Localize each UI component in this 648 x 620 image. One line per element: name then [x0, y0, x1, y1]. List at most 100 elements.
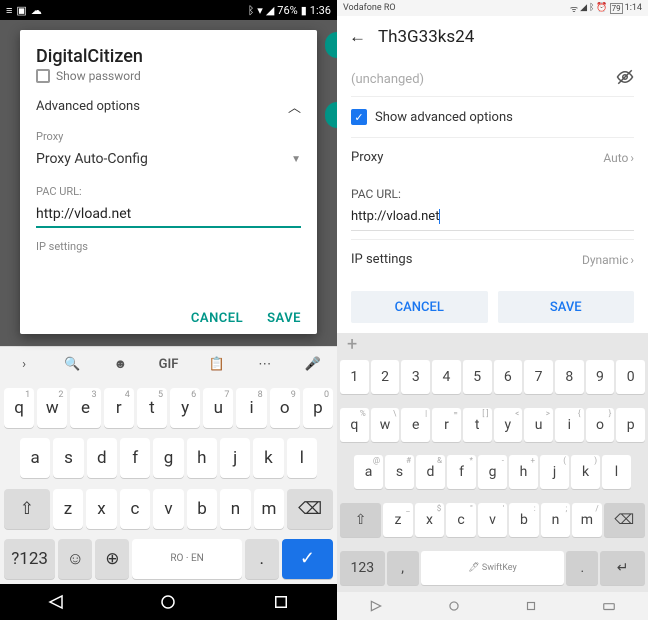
key-f[interactable]: f*: [447, 455, 476, 489]
key-x[interactable]: x: [86, 489, 117, 529]
key-y[interactable]: y<: [494, 408, 523, 442]
key-m[interactable]: m/: [572, 503, 601, 537]
key-c[interactable]: c": [446, 503, 475, 537]
key-6[interactable]: 6: [494, 360, 523, 394]
eye-off-icon[interactable]: [616, 68, 634, 90]
key-n[interactable]: n;: [541, 503, 570, 537]
sticker-icon[interactable]: ☻: [96, 356, 144, 372]
key-⌫[interactable]: ⌫: [604, 503, 645, 537]
key-.[interactable]: .: [566, 551, 598, 585]
more-icon[interactable]: ⋯: [241, 357, 289, 372]
key-e[interactable]: e3: [70, 388, 100, 428]
search-icon[interactable]: 🔍: [48, 357, 96, 372]
chevron-right-icon[interactable]: ›: [0, 357, 48, 372]
cancel-button[interactable]: CANCEL: [351, 291, 488, 323]
nav-recent-icon[interactable]: [524, 599, 538, 613]
key-t[interactable]: t[ ]: [463, 408, 492, 442]
key-j[interactable]: j(: [540, 455, 569, 489]
pac-url-input[interactable]: [36, 202, 301, 228]
key-0[interactable]: 0: [616, 360, 645, 394]
key-w[interactable]: w\: [371, 408, 400, 442]
checkbox-checked-icon[interactable]: ✓: [351, 109, 367, 125]
key-d[interactable]: d: [87, 438, 117, 478]
key-↵[interactable]: ↵: [600, 551, 645, 585]
key-?123[interactable]: ?123: [4, 539, 55, 579]
key-o[interactable]: o}: [586, 408, 615, 442]
key-n[interactable]: n: [220, 489, 251, 529]
cancel-button[interactable]: CANCEL: [191, 311, 243, 326]
key-⌫[interactable]: ⌫: [287, 489, 333, 529]
mic-icon[interactable]: 🎤: [289, 357, 337, 372]
key-5[interactable]: 5: [463, 360, 492, 394]
key-v[interactable]: v': [478, 503, 507, 537]
kb-expand-icon[interactable]: +: [337, 333, 648, 355]
key-m[interactable]: m: [254, 489, 285, 529]
key-⊕[interactable]: ⊕: [95, 539, 129, 579]
key-space[interactable]: RO · EN: [132, 539, 241, 579]
password-row[interactable]: (unchanged): [351, 62, 634, 97]
key-⇧[interactable]: ⇧: [340, 503, 381, 537]
key-4[interactable]: 4: [432, 360, 461, 394]
key-d[interactable]: d&: [416, 455, 445, 489]
key-enter[interactable]: ✓: [282, 539, 333, 579]
proxy-select[interactable]: Proxy Auto-Config ▼: [36, 151, 301, 167]
pac-url-input[interactable]: http://vload.net: [351, 209, 440, 224]
back-icon[interactable]: ←: [349, 27, 366, 47]
key-j[interactable]: j: [220, 438, 250, 478]
key-7[interactable]: 7: [524, 360, 553, 394]
key-t[interactable]: t5: [137, 388, 167, 428]
key-i[interactable]: i{: [555, 408, 584, 442]
key-3[interactable]: 3: [401, 360, 430, 394]
key-.[interactable]: .: [245, 539, 279, 579]
key-h[interactable]: h+: [509, 455, 538, 489]
nav-back-icon[interactable]: [47, 593, 65, 611]
key-a[interactable]: a: [20, 438, 50, 478]
key-b[interactable]: b: [187, 489, 218, 529]
key-p[interactable]: p0: [303, 388, 333, 428]
key-y[interactable]: y6: [170, 388, 200, 428]
key-w[interactable]: w2: [37, 388, 67, 428]
key-z[interactable]: z_: [383, 503, 412, 537]
key-u[interactable]: u>: [524, 408, 553, 442]
clipboard-icon[interactable]: 📋: [193, 357, 241, 372]
key-e[interactable]: e|: [401, 408, 430, 442]
nav-back-icon[interactable]: [369, 599, 383, 613]
key-i[interactable]: i8: [236, 388, 266, 428]
key-8[interactable]: 8: [555, 360, 584, 394]
key-r[interactable]: r4: [104, 388, 134, 428]
key-a[interactable]: a@: [354, 455, 383, 489]
show-advanced-row[interactable]: ✓ Show advanced options: [351, 99, 634, 135]
key-x[interactable]: x$: [415, 503, 444, 537]
key-q[interactable]: q%: [340, 408, 369, 442]
key-s[interactable]: s#: [385, 455, 414, 489]
key-b[interactable]: b:: [509, 503, 538, 537]
key-l[interactable]: l: [287, 438, 317, 478]
key-v[interactable]: v: [153, 489, 184, 529]
key-o[interactable]: o9: [270, 388, 300, 428]
show-password-row[interactable]: Show password: [36, 69, 301, 83]
keyboard-swiftkey[interactable]: + 1234567890q%w\e|r=t[ ]y<u>i{o}pa@s#d&f…: [337, 333, 648, 592]
key-c[interactable]: c: [120, 489, 151, 529]
key-g[interactable]: g-: [478, 455, 507, 489]
key-g[interactable]: g: [153, 438, 183, 478]
key-1[interactable]: 1: [340, 360, 369, 394]
key-☺[interactable]: ☺: [58, 539, 92, 579]
keyboard-gboard[interactable]: › 🔍 ☻ GIF 📋 ⋯ 🎤 q1w2e3r4t5y6u7i8o9p0asdf…: [0, 346, 337, 584]
nav-home-icon[interactable]: [159, 593, 177, 611]
key-l[interactable]: l: [602, 455, 631, 489]
key-f[interactable]: f: [120, 438, 150, 478]
advanced-options-row[interactable]: Advanced options ︿: [36, 97, 301, 116]
key-123[interactable]: 123: [340, 551, 385, 585]
key-2[interactable]: 2: [371, 360, 400, 394]
key-r[interactable]: r=: [432, 408, 461, 442]
nav-recent-icon[interactable]: [272, 593, 290, 611]
proxy-row[interactable]: Proxy Auto›: [351, 137, 634, 177]
key-u[interactable]: u7: [203, 388, 233, 428]
save-button[interactable]: SAVE: [267, 311, 301, 326]
key-z[interactable]: z: [53, 489, 84, 529]
key-q[interactable]: q1: [4, 388, 34, 428]
key-space[interactable]: 🖊 SwiftKey: [421, 551, 565, 585]
key-s[interactable]: s: [53, 438, 83, 478]
key-k[interactable]: k): [571, 455, 600, 489]
key-k[interactable]: k: [253, 438, 283, 478]
